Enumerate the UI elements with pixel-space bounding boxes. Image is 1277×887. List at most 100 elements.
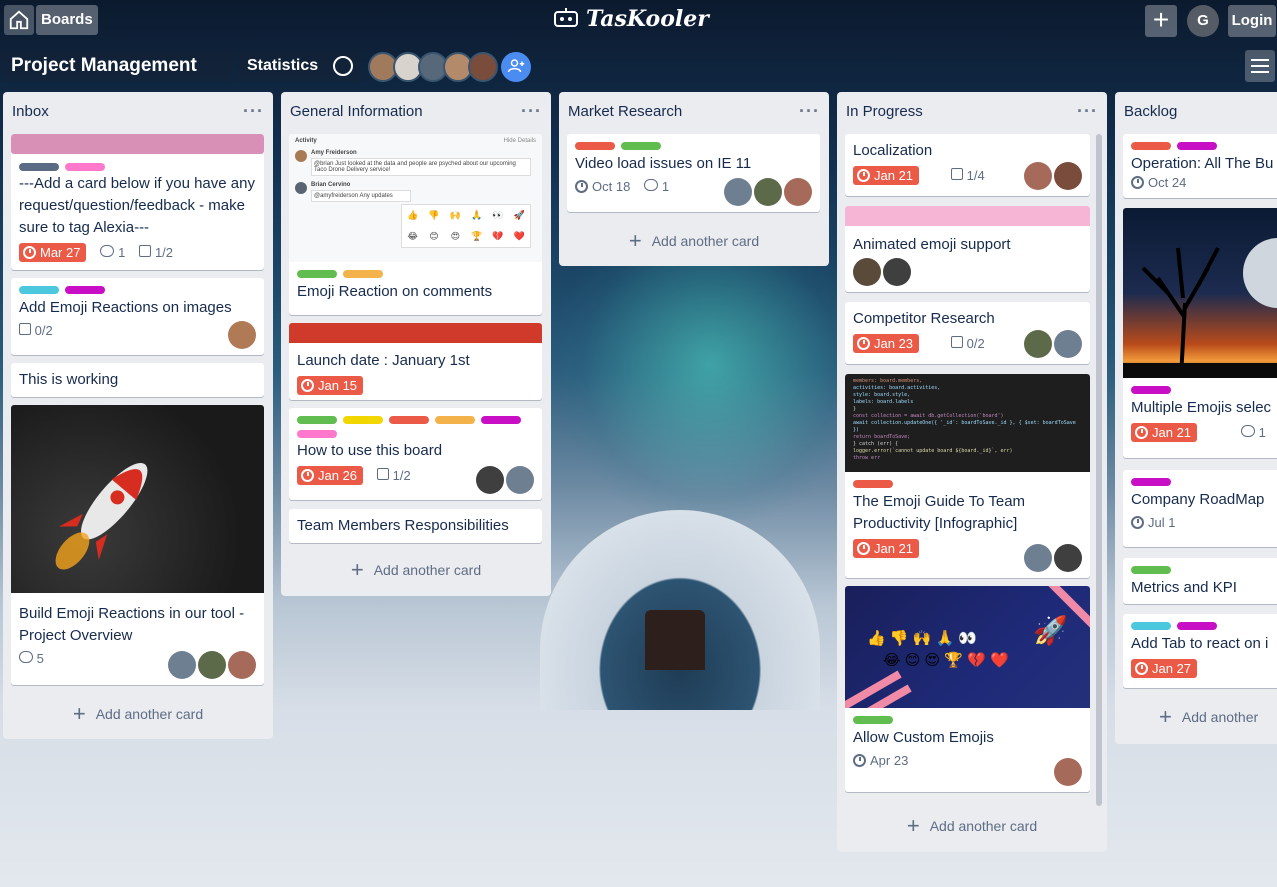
card[interactable]: Team Members Responsibilities bbox=[289, 509, 542, 543]
add-card-button[interactable]: + Add another card bbox=[281, 552, 551, 588]
label-magenta[interactable] bbox=[1177, 622, 1217, 630]
label-green[interactable] bbox=[1131, 566, 1171, 574]
label-magenta[interactable] bbox=[1131, 386, 1171, 394]
card[interactable]: 👍 👎 🙌 🙏 👀 😂 😊 😍 🏆 💔 ❤️ 🚀 Allow Custom Em… bbox=[845, 586, 1090, 792]
more-icon[interactable]: ··· bbox=[243, 101, 264, 122]
label-green[interactable] bbox=[297, 270, 337, 278]
card[interactable]: This is working bbox=[11, 363, 264, 397]
list-title[interactable]: Inbox bbox=[12, 103, 49, 120]
list-title[interactable]: Market Research bbox=[568, 103, 682, 120]
card-member-avatar[interactable] bbox=[784, 178, 812, 206]
label-yellow[interactable] bbox=[343, 416, 383, 424]
label-pink[interactable] bbox=[65, 163, 105, 171]
label-red[interactable] bbox=[1131, 142, 1171, 150]
invite-member-icon[interactable] bbox=[501, 52, 531, 82]
label-orange[interactable] bbox=[343, 270, 383, 278]
card[interactable]: Animated emoji support bbox=[845, 206, 1090, 292]
label-magenta[interactable] bbox=[1131, 478, 1171, 486]
card-member-avatar[interactable] bbox=[506, 466, 534, 494]
due-date-badge[interactable]: Jan 21 bbox=[1131, 423, 1198, 442]
label-red[interactable] bbox=[575, 142, 615, 150]
label-green[interactable] bbox=[853, 716, 893, 724]
more-icon[interactable]: ··· bbox=[799, 101, 820, 122]
due-date-badge[interactable]: Jan 27 bbox=[1131, 659, 1198, 678]
card-member-avatar[interactable] bbox=[1054, 544, 1082, 572]
card[interactable]: Add Tab to react on i Jan 27 bbox=[1123, 614, 1277, 688]
boards-button[interactable]: Boards bbox=[36, 5, 98, 35]
label-magenta[interactable] bbox=[1177, 142, 1217, 150]
card[interactable]: Company RoadMap Jul 1 bbox=[1123, 470, 1277, 547]
add-card-button[interactable]: + Add another card bbox=[559, 223, 829, 259]
card-member-avatar[interactable] bbox=[853, 258, 881, 286]
label-green[interactable] bbox=[621, 142, 661, 150]
list-scrollbar[interactable] bbox=[1096, 134, 1102, 806]
label-magenta[interactable] bbox=[65, 286, 105, 294]
board-title[interactable]: Project Management bbox=[2, 50, 232, 82]
login-button[interactable]: Login bbox=[1228, 5, 1276, 37]
comments-value: 1 bbox=[1258, 425, 1266, 440]
date-badge[interactable]: Oct 24 bbox=[1131, 175, 1186, 190]
label-green[interactable] bbox=[297, 416, 337, 424]
label-slate[interactable] bbox=[19, 163, 59, 171]
board-menu-button[interactable] bbox=[1245, 50, 1275, 82]
due-date-badge[interactable]: Jan 21 bbox=[853, 539, 920, 558]
date-badge[interactable]: Apr 23 bbox=[853, 753, 908, 768]
member-avatar[interactable] bbox=[468, 52, 498, 82]
due-date-badge[interactable]: Mar 27 bbox=[19, 243, 87, 262]
more-icon[interactable]: ··· bbox=[1077, 101, 1098, 122]
label-sky[interactable] bbox=[1131, 622, 1171, 630]
card-member-avatar[interactable] bbox=[198, 651, 226, 679]
add-card-button[interactable]: + Add another card bbox=[3, 696, 273, 732]
comment-icon bbox=[1241, 425, 1256, 437]
date-badge[interactable]: Oct 18 bbox=[575, 179, 630, 194]
due-date-badge[interactable]: Jan 15 bbox=[297, 376, 364, 395]
list-title[interactable]: In Progress bbox=[846, 103, 923, 120]
user-avatar[interactable]: G bbox=[1187, 5, 1219, 37]
card[interactable]: Competitor Research Jan 23 0/2 bbox=[845, 302, 1090, 364]
card-member-avatar[interactable] bbox=[883, 258, 911, 286]
card-member-avatar[interactable] bbox=[1054, 162, 1082, 190]
card[interactable]: Add Emoji Reactions on images 0/2 bbox=[11, 278, 264, 355]
card[interactable]: Localization Jan 21 1/4 bbox=[845, 134, 1090, 196]
card-member-avatar[interactable] bbox=[168, 651, 196, 679]
card[interactable]: Video load issues on IE 11 Oct 18 1 bbox=[567, 134, 820, 212]
list-title[interactable]: Backlog bbox=[1124, 103, 1177, 120]
label-magenta[interactable] bbox=[481, 416, 521, 424]
card-member-avatar[interactable] bbox=[228, 321, 256, 349]
label-pink[interactable] bbox=[297, 430, 337, 438]
card-member-avatar[interactable] bbox=[1024, 162, 1052, 190]
due-date-badge[interactable]: Jan 26 bbox=[297, 466, 364, 485]
card[interactable]: Multiple Emojis selec Jan 21 1 bbox=[1123, 208, 1277, 458]
card-member-avatar[interactable] bbox=[1024, 330, 1052, 358]
add-card-button[interactable]: + Add another bbox=[1159, 699, 1277, 735]
date-badge[interactable]: Jul 1 bbox=[1131, 515, 1175, 530]
more-icon[interactable]: ··· bbox=[521, 101, 542, 122]
card-member-avatar[interactable] bbox=[1054, 330, 1082, 358]
card-member-avatar[interactable] bbox=[1054, 758, 1082, 786]
statistics-button[interactable]: Statistics bbox=[237, 50, 361, 82]
card-member-avatar[interactable] bbox=[476, 466, 504, 494]
card-member-avatar[interactable] bbox=[724, 178, 752, 206]
card[interactable]: Build Emoji Reactions in our tool - Proj… bbox=[11, 405, 264, 685]
label-red[interactable] bbox=[853, 480, 893, 488]
card-member-avatar[interactable] bbox=[228, 651, 256, 679]
card[interactable]: Launch date : January 1st Jan 15 bbox=[289, 323, 542, 400]
card[interactable]: members: board.members, activities: boar… bbox=[845, 374, 1090, 578]
list-title[interactable]: General Information bbox=[290, 103, 423, 120]
home-button[interactable] bbox=[4, 5, 34, 35]
label-orange[interactable] bbox=[435, 416, 475, 424]
card-member-avatar[interactable] bbox=[754, 178, 782, 206]
due-date-badge[interactable]: Jan 21 bbox=[853, 166, 920, 185]
label-sky[interactable] bbox=[19, 286, 59, 294]
add-card-button[interactable]: + Add another card bbox=[837, 808, 1107, 844]
card[interactable]: Operation: All The Bu Oct 24 bbox=[1123, 134, 1277, 198]
card-member-avatar[interactable] bbox=[1024, 544, 1052, 572]
due-date-badge[interactable]: Jan 23 bbox=[853, 334, 920, 353]
activity-msg-1: @brian Just looked at the data and peopl… bbox=[311, 158, 531, 176]
card[interactable]: ---Add a card below if you have any requ… bbox=[11, 134, 264, 270]
label-red[interactable] bbox=[389, 416, 429, 424]
card[interactable]: Metrics and KPI bbox=[1123, 558, 1277, 604]
add-button[interactable]: + bbox=[1145, 5, 1177, 37]
card[interactable]: How to use this board Jan 26 1/2 bbox=[289, 408, 542, 500]
card[interactable]: Activity Hide Details Amy Freiderson @bria… bbox=[289, 134, 542, 315]
